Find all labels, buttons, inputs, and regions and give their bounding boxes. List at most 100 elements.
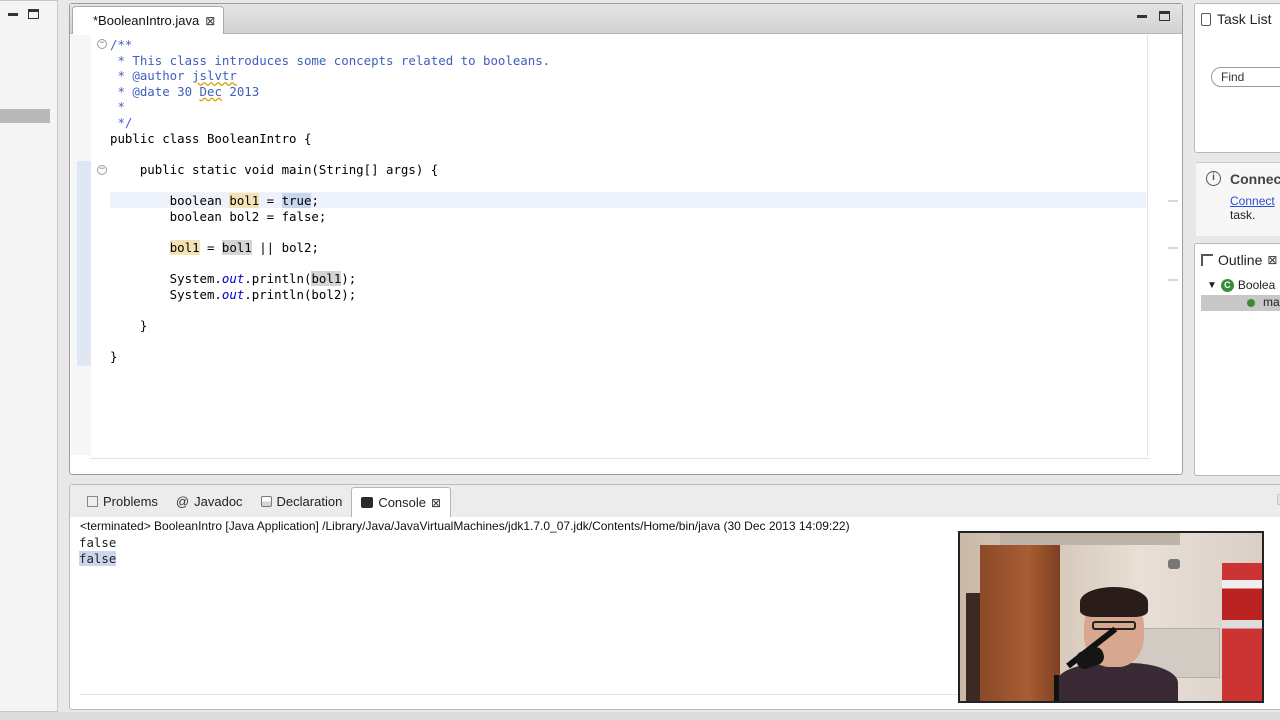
webcam-door: [980, 545, 1060, 701]
outline-class-label: Boolea: [1237, 278, 1276, 292]
code-token: }: [110, 317, 148, 333]
code-line: /**: [110, 37, 1140, 53]
outline-method-label: ma: [1263, 295, 1280, 309]
console-output-line: false: [79, 535, 117, 550]
connect-title: Connec: [1230, 171, 1280, 187]
code-token: =: [259, 192, 282, 208]
outline-item-method[interactable]: ma: [1201, 295, 1280, 311]
maximize-icon[interactable]: [28, 9, 39, 19]
code-line: public static void main(String[] args) {: [110, 162, 1140, 178]
webcam-person: [1056, 663, 1178, 701]
class-icon: C: [1220, 278, 1234, 292]
tab-label: Console: [378, 495, 427, 510]
editor-tab-bar: *BooleanIntro.java ⊠: [70, 4, 1182, 34]
code-line: * @date 30 Dec 2013: [110, 84, 1140, 100]
explorer-selection-bar[interactable]: [0, 109, 50, 123]
editor-gutter: [71, 35, 91, 455]
problems-icon: [87, 495, 98, 507]
outline-view: Outline ⊠ ▼ C Boolea ma: [1194, 243, 1280, 476]
package-explorer-minimized: [0, 0, 58, 712]
code-area[interactable]: /** * This class introduces some concept…: [110, 37, 1140, 364]
code-token: */: [110, 114, 133, 130]
code-line: boolean bol2 = false;: [110, 209, 1140, 225]
bottom-tab-bar: Problems @ Javadoc Declaration Console ⊠: [70, 485, 1280, 517]
code-line: public class BooleanIntro {: [110, 131, 1140, 147]
outline-item-class[interactable]: ▼ C Boolea: [1207, 278, 1275, 292]
method-icon: [1247, 299, 1255, 307]
close-icon[interactable]: ⊠: [431, 497, 441, 509]
tab-declaration[interactable]: Declaration: [252, 488, 352, 514]
connect-mylyn-panel: i Connec Connect task.: [1196, 162, 1280, 236]
code-token: =: [199, 239, 222, 255]
at-icon: @: [175, 493, 190, 509]
code-token: out: [221, 286, 245, 302]
tab-label: Javadoc: [194, 493, 243, 509]
code-token: .println(: [244, 270, 312, 286]
console-process-header: <terminated> BooleanIntro [Java Applicat…: [80, 519, 850, 533]
code-token: bol1: [311, 270, 342, 286]
maximize-icon[interactable]: [1159, 11, 1170, 21]
outline-title[interactable]: Outline: [1218, 252, 1262, 268]
code-token: System.: [110, 270, 222, 286]
task-list-title[interactable]: Task List: [1217, 11, 1271, 27]
console-icon: [361, 497, 374, 508]
code-token: jslvtr: [192, 68, 237, 84]
fold-collapse-icon[interactable]: −: [97, 165, 107, 175]
code-line: *: [110, 99, 1140, 115]
code-token: bol1: [229, 192, 260, 208]
editor-view: *BooleanIntro.java ⊠ − − /** * This clas…: [69, 3, 1183, 475]
code-line: bol1 = bol1 || bol2;: [110, 239, 1140, 256]
code-token: out: [221, 270, 245, 286]
code-token: *: [110, 99, 125, 115]
code-token: public static void main(String[] args) {: [110, 161, 439, 177]
fold-collapse-icon[interactable]: −: [97, 39, 107, 49]
code-token: ;: [311, 192, 319, 208]
expand-triangle-icon[interactable]: ▼: [1207, 280, 1217, 291]
find-input[interactable]: Find: [1211, 67, 1280, 87]
code-token: );: [341, 270, 357, 286]
code-token: Dec: [199, 83, 222, 99]
tab-problems[interactable]: Problems: [78, 488, 167, 514]
editor-tab-booleanintro[interactable]: *BooleanIntro.java ⊠: [72, 6, 225, 34]
code-token: boolean bol2 = false;: [110, 208, 327, 224]
close-icon[interactable]: ⊠: [205, 15, 215, 27]
outline-icon: [1201, 254, 1213, 266]
code-token: System.: [110, 286, 222, 302]
code-token: bol1: [169, 239, 200, 255]
code-token: * @date 30: [110, 83, 200, 99]
tab-label: Declaration: [276, 493, 343, 509]
tab-label: Problems: [103, 493, 158, 509]
tab-javadoc[interactable]: @ Javadoc: [167, 488, 252, 514]
minimize-icon[interactable]: [8, 13, 18, 16]
close-icon[interactable]: ⊠: [1267, 254, 1277, 266]
code-line: * This class introduces some concepts re…: [110, 53, 1140, 69]
code-line: System.out.println(bol2);: [110, 287, 1140, 303]
code-token: || bol2;: [251, 239, 319, 255]
code-line: boolean bol1 = true;: [110, 192, 1140, 209]
tab-console[interactable]: Console ⊠: [351, 487, 452, 517]
status-bar: [0, 712, 1280, 720]
code-line: }: [110, 318, 1140, 334]
connect-suffix-text: task.: [1230, 208, 1256, 222]
minimize-icon[interactable]: [1137, 15, 1147, 18]
code-token: /**: [110, 37, 133, 52]
editor-horizontal-scrollbar[interactable]: [90, 458, 1150, 468]
editor-tab-label: *BooleanIntro.java: [93, 13, 200, 28]
task-list-icon: [1201, 12, 1211, 26]
connect-link[interactable]: Connect: [1230, 194, 1275, 208]
webcam-overlay: [958, 531, 1264, 703]
console-output[interactable]: false false: [79, 535, 117, 567]
code-token: public class BooleanIntro {: [110, 130, 312, 146]
code-line: * @author jslvtr: [110, 68, 1140, 84]
overview-ruler[interactable]: [1147, 35, 1181, 455]
code-token: * This class introduces some concepts re…: [110, 52, 551, 68]
task-list-view: Task List Find: [1194, 3, 1280, 153]
code-line: */: [110, 115, 1140, 131]
